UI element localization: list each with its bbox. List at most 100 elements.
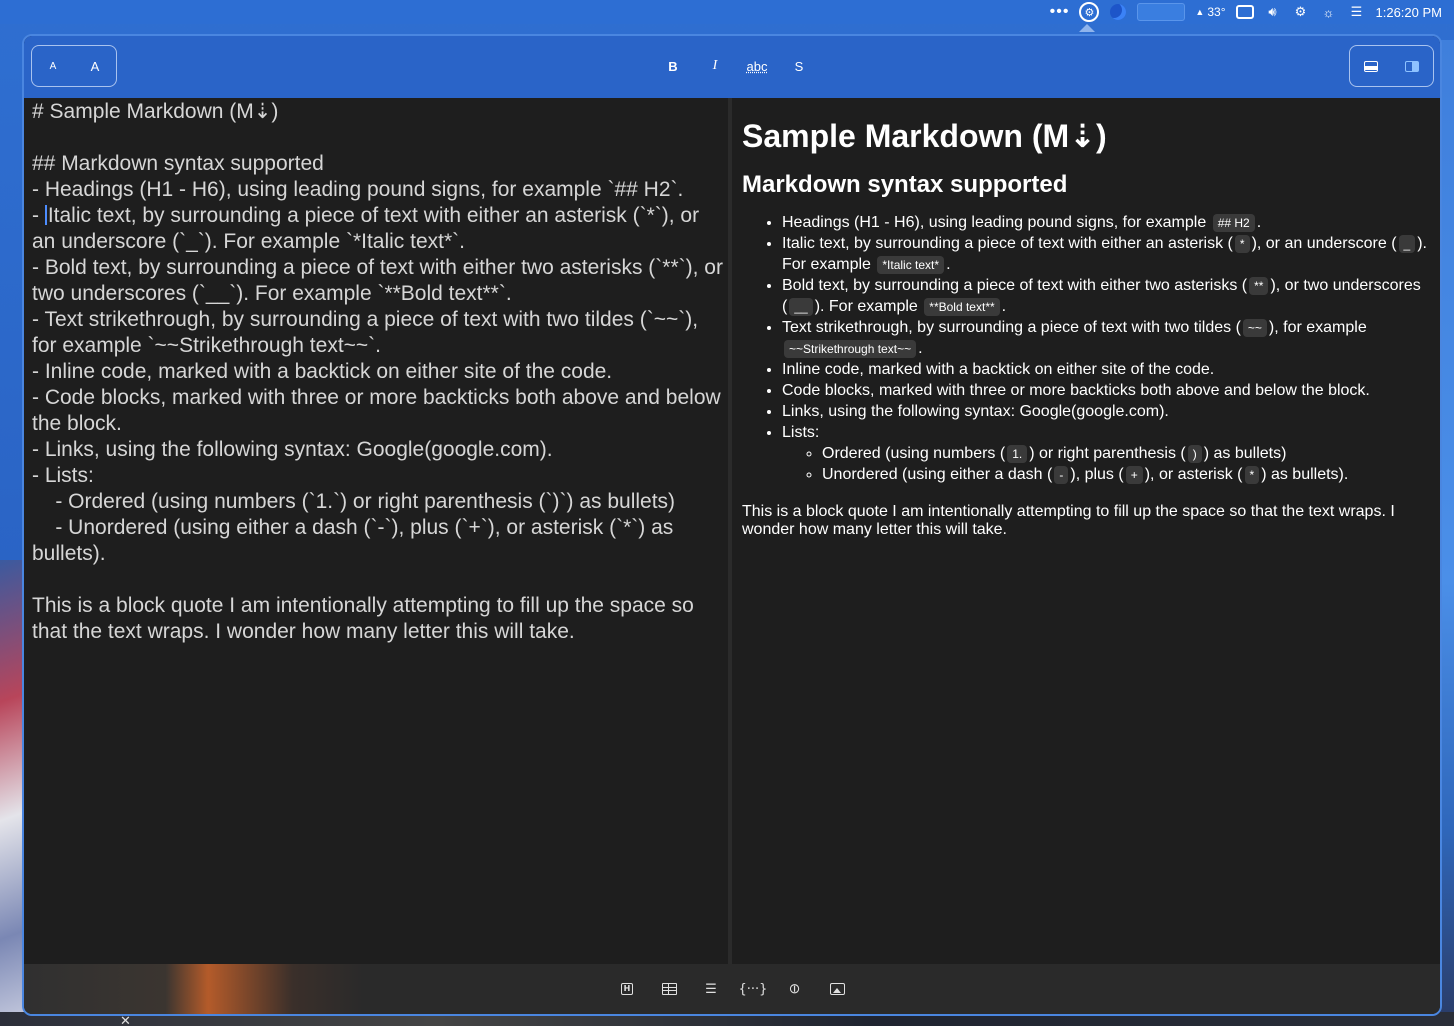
preview-sublist: Ordered (using numbers (1.) or right par… bbox=[782, 443, 1430, 485]
list-item-text: ), plus ( bbox=[1070, 466, 1124, 483]
insert-heading-button[interactable]: H bbox=[606, 974, 648, 1004]
preview-list: Headings (H1 - H6), using leading pound … bbox=[742, 212, 1430, 485]
editor-line: ## Markdown syntax supported bbox=[32, 152, 324, 175]
inline-code: _ bbox=[1398, 235, 1416, 253]
inline-code: __ bbox=[789, 298, 813, 316]
insert-table-button[interactable] bbox=[648, 974, 690, 1004]
horizontal-split-icon bbox=[1363, 60, 1378, 72]
temperature-arrow-icon: ▲ bbox=[1195, 7, 1205, 17]
markdown-preview: Sample Markdown (M⇣) Markdown syntax sup… bbox=[732, 94, 1440, 964]
list-item: Italic text, by surrounding a piece of t… bbox=[782, 233, 1430, 275]
list-item-text: ). For example bbox=[814, 298, 918, 315]
inline-code: ) bbox=[1187, 445, 1202, 463]
inline-code: * bbox=[1234, 235, 1250, 253]
list-item-text: ), or asterisk ( bbox=[1144, 466, 1243, 483]
markdown-editor-window: A A B I abc S # Sample Markdown (M⇣) ## M… bbox=[22, 34, 1442, 1016]
vertical-split-icon bbox=[1405, 60, 1420, 72]
list-item: Lists: Ordered (using numbers (1.) or ri… bbox=[782, 422, 1430, 485]
list-item-text: ) as bullets). bbox=[1261, 466, 1349, 483]
sublist-item: Ordered (using numbers (1.) or right par… bbox=[822, 443, 1430, 464]
editor-line: - Bold text, by surrounding a piece of t… bbox=[32, 256, 729, 305]
list-item-text: ) as bullets) bbox=[1203, 445, 1287, 462]
spellcheck-button[interactable]: abc bbox=[736, 54, 778, 78]
list-item-text: Lists: bbox=[782, 424, 820, 441]
menu-extra-box[interactable] bbox=[1137, 2, 1186, 22]
list-item: Bold text, by surrounding a piece of tex… bbox=[782, 275, 1430, 317]
list-item-text: Bold text, by surrounding a piece of tex… bbox=[782, 277, 1248, 294]
list-icon: ☰ bbox=[705, 981, 717, 997]
increase-font-button[interactable]: A bbox=[74, 46, 116, 86]
view-mode-control bbox=[1349, 45, 1434, 87]
desktop-wallpaper-left bbox=[0, 560, 24, 1026]
editor-line: - Unordered (using either a dash (`-`), … bbox=[32, 516, 680, 565]
settings-icon[interactable]: ⚙ bbox=[1292, 2, 1310, 22]
inline-code: 1. bbox=[1007, 445, 1028, 463]
editor-line-text: Italic text, by surrounding a piece of t… bbox=[32, 204, 705, 253]
list-item-text: Headings (H1 - H6), using leading pound … bbox=[782, 214, 1207, 231]
editor-line-with-cursor: - Italic text, by surrounding a piece of… bbox=[32, 203, 728, 255]
insert-code-button[interactable]: {···} bbox=[732, 974, 774, 1004]
horizontal-split-button[interactable] bbox=[1350, 46, 1392, 86]
list-item: Text strikethrough, by surrounding a pie… bbox=[782, 317, 1430, 359]
list-item-text: ), for example bbox=[1268, 319, 1367, 336]
insert-toolbar: H ☰ {···} ⊘ bbox=[24, 964, 1440, 1014]
editor-line: # Sample Markdown (M⇣) bbox=[32, 100, 279, 123]
list-item-text: Text strikethrough, by surrounding a pie… bbox=[782, 319, 1241, 336]
table-icon bbox=[661, 983, 677, 995]
toolbar: A A B I abc S bbox=[24, 36, 1440, 98]
inline-code: + bbox=[1125, 466, 1143, 484]
list-item: Inline code, marked with a backtick on e… bbox=[782, 359, 1430, 380]
list-item-text: Unordered (using either a dash ( bbox=[822, 466, 1053, 483]
inline-code: **Bold text** bbox=[924, 298, 1000, 316]
vertical-split-button[interactable] bbox=[1392, 46, 1434, 86]
inline-code: ** bbox=[1249, 277, 1269, 295]
editor-line: - Links, using the following syntax: Goo… bbox=[32, 438, 553, 461]
brightness-icon[interactable]: ☼ bbox=[1320, 2, 1338, 22]
editor-line: - Text strikethrough, by surrounding a p… bbox=[32, 308, 704, 357]
editor-line: This is a block quote I am intentionally… bbox=[32, 594, 700, 643]
more-icon[interactable]: ••• bbox=[1050, 2, 1070, 22]
editor-line: - Lists: bbox=[32, 464, 94, 487]
menu-bar: ••• ⚙ ▲ 33° 🔊︎ ⚙ ☼ ☰ 1:26:20 PM bbox=[0, 0, 1454, 24]
inline-code: * bbox=[1244, 466, 1260, 484]
editor-line: - Inline code, marked with a backtick on… bbox=[32, 360, 613, 383]
insert-link-button[interactable]: ⊘ bbox=[774, 974, 816, 1004]
focus-moon-icon[interactable] bbox=[1109, 2, 1127, 22]
markdown-editor[interactable]: # Sample Markdown (M⇣) ## Markdown syntax… bbox=[28, 98, 728, 964]
volume-icon[interactable]: 🔊︎ bbox=[1264, 2, 1282, 22]
list-item-text: Italic text, by surrounding a piece of t… bbox=[782, 235, 1233, 252]
weather-widget[interactable]: ▲ 33° bbox=[1195, 2, 1225, 22]
font-size-control: A A bbox=[31, 45, 117, 87]
insert-image-button[interactable] bbox=[816, 974, 858, 1004]
editor-line-prefix: - bbox=[32, 204, 45, 227]
clock[interactable]: 1:26:20 PM bbox=[1376, 2, 1443, 22]
preview-h2: Markdown syntax supported bbox=[742, 171, 1068, 198]
inline-code: *Italic text* bbox=[877, 256, 945, 274]
code-block-icon: {···} bbox=[738, 981, 768, 997]
app-gear-icon[interactable]: ⚙ bbox=[1079, 2, 1100, 22]
text-cursor bbox=[44, 205, 47, 225]
menu-popover-pointer bbox=[1079, 24, 1095, 32]
sublist-item: Unordered (using either a dash (-), plus… bbox=[822, 464, 1430, 485]
editor-line: - Headings (H1 - H6), using leading poun… bbox=[32, 178, 684, 201]
desktop-wallpaper-right bbox=[1440, 40, 1454, 1026]
image-icon bbox=[829, 983, 845, 995]
format-buttons: B I abc S bbox=[652, 54, 820, 78]
inline-code: ## H2 bbox=[1212, 214, 1255, 232]
bold-button[interactable]: B bbox=[652, 54, 694, 78]
list-item-text: Ordered (using numbers ( bbox=[822, 445, 1006, 462]
list-item-text: ) or right parenthesis ( bbox=[1029, 445, 1186, 462]
list-item: Code blocks, marked with three or more b… bbox=[782, 380, 1430, 401]
temperature-readout: 33° bbox=[1207, 5, 1226, 19]
calendar-widget-icon[interactable] bbox=[1235, 2, 1254, 22]
list-item-text: ), or an underscore ( bbox=[1251, 235, 1397, 252]
control-center-icon[interactable]: ☰ bbox=[1348, 2, 1366, 22]
list-item: Headings (H1 - H6), using leading pound … bbox=[782, 212, 1430, 233]
strikethrough-button[interactable]: S bbox=[778, 54, 820, 78]
link-icon: ⊘ bbox=[785, 979, 805, 999]
decrease-font-button[interactable]: A bbox=[32, 46, 74, 86]
italic-button[interactable]: I bbox=[694, 54, 736, 78]
insert-list-button[interactable]: ☰ bbox=[690, 974, 732, 1004]
